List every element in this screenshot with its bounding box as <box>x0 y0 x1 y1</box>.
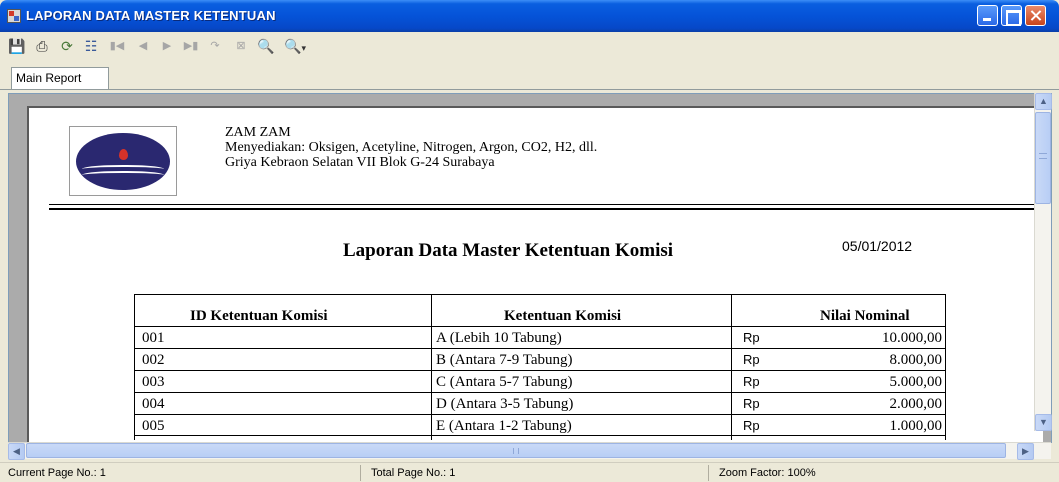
cell-id: 002 <box>142 352 165 368</box>
status-zoom: Zoom Factor: 100% <box>719 467 816 479</box>
refresh-icon[interactable]: ⟳ <box>58 37 76 55</box>
app-icon[interactable] <box>7 9 21 23</box>
header-divider <box>49 204 1043 205</box>
group-tree-icon[interactable]: ☷ <box>82 37 100 55</box>
first-page-icon[interactable]: ▮◀ <box>108 37 126 55</box>
scroll-up-button[interactable]: ▲ <box>1035 93 1052 110</box>
scroll-right-button[interactable]: ▶ <box>1017 443 1034 460</box>
tab-main-report[interactable]: Main Report <box>11 67 109 89</box>
company-logo <box>69 126 177 196</box>
company-address: Griya Kebraon Selatan VII Blok G-24 Sura… <box>225 155 495 170</box>
tab-divider <box>0 89 1059 90</box>
cell-ketentuan: E (Antara 1-2 Tabung) <box>436 418 572 434</box>
cell-id: 003 <box>142 374 165 390</box>
status-total-page: Total Page No.: 1 <box>371 467 456 479</box>
company-info: ZAM ZAM Menyediakan: Oksigen, Acetyline,… <box>225 125 597 170</box>
report-window: LAPORAN DATA MASTER KETENTUAN 💾 ⎙ ⟳ ☷ ▮◀… <box>0 0 1059 482</box>
table-row: 002 B (Antara 7-9 Tabung) Rp 8.000,00 <box>134 348 946 370</box>
window-title: LAPORAN DATA MASTER KETENTUAN <box>26 8 276 23</box>
cell-currency: Rp <box>743 374 760 389</box>
title-bar[interactable]: LAPORAN DATA MASTER KETENTUAN <box>0 0 1059 32</box>
status-bar: Current Page No.: 1 Total Page No.: 1 Zo… <box>0 462 1059 482</box>
zoom-icon[interactable]: 🔍▾ <box>282 37 308 55</box>
status-current-page: Current Page No.: 1 <box>8 467 106 479</box>
cell-ketentuan: A (Lebih 10 Tabung) <box>436 330 562 346</box>
cell-nominal: 1.000,00 <box>889 418 943 434</box>
print-icon[interactable]: ⎙ <box>33 37 51 55</box>
report-date: 05/01/2012 <box>842 238 913 254</box>
cell-currency: Rp <box>743 330 760 345</box>
chevron-up-icon: ▲ <box>1039 96 1048 106</box>
table-row: 004 D (Antara 3-5 Tabung) Rp 2.000,00 <box>134 392 946 414</box>
chevron-down-icon: ▼ <box>1039 417 1048 427</box>
scroll-down-button[interactable]: ▼ <box>1035 414 1052 431</box>
cell-id: 001 <box>142 330 165 346</box>
table-row: 005 E (Antara 1-2 Tabung) Rp 1.000,00 <box>134 414 946 436</box>
cell-currency: Rp <box>743 418 760 433</box>
table-row: 003 C (Antara 5-7 Tabung) Rp 5.000,00 <box>134 370 946 392</box>
export-icon[interactable]: 💾 <box>8 37 26 55</box>
column-header-ketentuan: Ketentuan Komisi <box>504 308 622 324</box>
table-row: 001 A (Lebih 10 Tabung) Rp 10.000,00 <box>134 326 946 348</box>
header-divider-thick <box>49 208 1043 210</box>
cell-id: 005 <box>142 418 165 434</box>
company-name: ZAM ZAM <box>225 125 291 140</box>
chevron-left-icon: ◀ <box>13 446 20 456</box>
cell-nominal: 10.000,00 <box>882 330 942 346</box>
cell-nominal: 2.000,00 <box>889 396 943 412</box>
cell-ketentuan: B (Antara 7-9 Tabung) <box>436 352 573 368</box>
minimize-button[interactable] <box>977 5 998 26</box>
column-header-nominal: Nilai Nominal <box>820 308 910 324</box>
last-page-icon[interactable]: ▶▮ <box>182 37 200 55</box>
report-title: Laporan Data Master Ketentuan Komisi <box>343 240 674 261</box>
column-header-id: ID Ketentuan Komisi <box>190 308 328 324</box>
tab-strip: Main Report <box>0 60 1059 90</box>
cell-currency: Rp <box>743 352 760 367</box>
table-header: ID Ketentuan Komisi Ketentuan Komisi Nil… <box>134 294 946 326</box>
close-view-icon[interactable]: ⊠ <box>232 37 250 55</box>
flame-icon <box>119 149 128 160</box>
cell-nominal: 8.000,00 <box>889 352 943 368</box>
cell-nominal: 5.000,00 <box>889 374 943 390</box>
company-desc: Menyediakan: Oksigen, Acetyline, Nitroge… <box>225 140 598 155</box>
report-toolbar: 💾 ⎙ ⟳ ☷ ▮◀ ◀ ▶ ▶▮ ↷ ⊠ 🔍 🔍▾ <box>0 32 1059 60</box>
chevron-right-icon: ▶ <box>1022 446 1029 456</box>
goto-page-icon[interactable]: ↷ <box>206 37 224 55</box>
cell-ketentuan: C (Antara 5-7 Tabung) <box>436 374 573 390</box>
next-page-icon[interactable]: ▶ <box>158 37 176 55</box>
previous-page-icon[interactable]: ◀ <box>134 37 152 55</box>
close-button[interactable] <box>1025 5 1046 26</box>
cell-ketentuan: D (Antara 3-5 Tabung) <box>436 396 574 412</box>
horizontal-scroll-thumb[interactable] <box>26 443 1006 458</box>
cell-id: 004 <box>142 396 165 412</box>
vertical-scroll-thumb[interactable] <box>1035 112 1051 204</box>
cell-currency: Rp <box>743 396 760 411</box>
report-page: ZAM ZAM Menyediakan: Oksigen, Acetyline,… <box>27 106 1043 442</box>
report-viewer[interactable]: ZAM ZAM Menyediakan: Oksigen, Acetyline,… <box>8 93 1052 443</box>
find-icon[interactable]: 🔍 <box>257 37 275 55</box>
scroll-left-button[interactable]: ◀ <box>8 443 25 460</box>
maximize-button[interactable] <box>1001 5 1022 26</box>
